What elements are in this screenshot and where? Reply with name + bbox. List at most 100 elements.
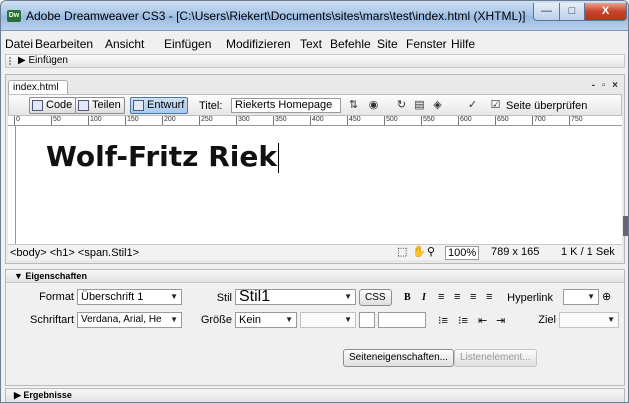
align-center-icon[interactable]: ≡ xyxy=(454,291,460,303)
menu-einfuegen[interactable]: Einfügen xyxy=(164,37,211,51)
menu-bar: Datei Bearbeiten Ansicht Einfügen Modifi… xyxy=(1,36,628,52)
refresh-icon[interactable]: ↻ xyxy=(394,98,409,113)
indent-icon[interactable]: ⇥ xyxy=(496,314,505,327)
collapse-arrow-icon: ▼ xyxy=(14,271,26,281)
menu-bearbeiten[interactable]: Bearbeiten xyxy=(35,37,93,51)
ordered-list-icon[interactable]: ⁝≡ xyxy=(458,314,468,327)
horizontal-ruler: 0 50 100 150 200 250 300 350 400 450 500… xyxy=(8,116,622,126)
text-color-swatch[interactable] xyxy=(359,312,375,328)
menu-hilfe[interactable]: Hilfe xyxy=(451,37,475,51)
insert-bar-label: Einfügen xyxy=(28,55,68,66)
dropdown-arrow-icon: ▼ xyxy=(344,315,352,324)
code-icon xyxy=(32,100,43,111)
file-management-icon[interactable]: ⇅ xyxy=(346,98,361,113)
split-view-button[interactable]: Teilen xyxy=(75,97,125,114)
results-panel-header[interactable]: ▶ Ergebnisse xyxy=(5,388,625,402)
list-item-button[interactable]: Listenelement... xyxy=(454,349,537,367)
preview-browser-icon[interactable]: ◉ xyxy=(366,98,381,113)
size-unit-dropdown[interactable]: ▼ xyxy=(300,312,356,328)
window-title: Adobe Dreamweaver CS3 - [C:\Users\Rieker… xyxy=(26,9,526,23)
ruler-tick-label: 150 xyxy=(125,116,139,125)
zoom-tool-icon[interactable]: ⚲ xyxy=(427,246,435,260)
size-dropdown[interactable]: Kein ▼ xyxy=(235,312,297,328)
ruler-tick-label: 450 xyxy=(347,116,361,125)
window-size-dropdown[interactable]: 789 x 165 xyxy=(491,246,539,260)
document-panel: index.html - ▫ × Code Teilen Entwurf Tit… xyxy=(5,74,625,264)
format-dropdown[interactable]: Überschrift 1 ▼ xyxy=(77,289,182,305)
design-icon xyxy=(133,100,144,111)
dropdown-arrow-icon: ▼ xyxy=(170,292,178,301)
style-dropdown[interactable]: Stil1 ▼ xyxy=(235,289,356,305)
document-tab[interactable]: index.html xyxy=(8,80,68,94)
hyperlink-dropdown[interactable]: ▼ xyxy=(563,289,599,305)
menu-ansicht[interactable]: Ansicht xyxy=(105,37,144,51)
dropdown-arrow-icon: ▼ xyxy=(170,315,178,324)
menu-modifizieren[interactable]: Modifizieren xyxy=(226,37,291,51)
title-label: Titel: xyxy=(199,100,223,112)
zoom-select[interactable]: 100% xyxy=(445,246,480,260)
ruler-tick-label: 550 xyxy=(421,116,435,125)
menu-datei[interactable]: Datei xyxy=(5,37,33,51)
bold-button[interactable]: B xyxy=(404,292,411,303)
ruler-tick-label: 100 xyxy=(88,116,102,125)
vertical-ruler xyxy=(8,126,16,244)
validate-icon[interactable]: ✓ xyxy=(465,98,480,113)
document-window-controls[interactable]: - ▫ × xyxy=(592,80,620,91)
target-dropdown[interactable]: ▼ xyxy=(559,312,619,328)
page-title-input[interactable]: Riekerts Homepage xyxy=(231,98,341,113)
insert-bar[interactable]: ▶ Einfügen xyxy=(5,54,625,68)
panel-grip-icon[interactable] xyxy=(9,57,13,65)
dropdown-arrow-icon: ▼ xyxy=(587,292,595,301)
menu-text[interactable]: Text xyxy=(300,37,322,51)
font-dropdown[interactable]: Verdana, Arial, He ▼ xyxy=(77,312,182,328)
status-bar: <body> <h1> <span.Stil1> ⬚ ✋ ⚲ 100% 789 … xyxy=(8,244,622,260)
code-view-button[interactable]: Code xyxy=(29,97,77,114)
select-tool-icon[interactable]: ⬚ xyxy=(397,246,407,260)
page-heading[interactable]: Wolf-Fritz Riek xyxy=(46,140,279,173)
title-bar[interactable]: Dw Adobe Dreamweaver CS3 - [C:\Users\Rie… xyxy=(1,1,628,31)
properties-header[interactable]: ▼ Eigenschaften xyxy=(6,270,624,283)
dropdown-arrow-icon: ▼ xyxy=(607,315,615,324)
menu-befehle[interactable]: Befehle xyxy=(330,37,371,51)
align-right-icon[interactable]: ≡ xyxy=(470,291,476,303)
design-canvas[interactable]: Wolf-Fritz Riek xyxy=(16,126,622,244)
check-page-icon[interactable]: ☑ xyxy=(488,98,503,113)
menu-fenster[interactable]: Fenster xyxy=(406,37,447,51)
tag-selector[interactable]: <body> <h1> <span.Stil1> xyxy=(10,247,139,259)
menu-site[interactable]: Site xyxy=(377,37,398,51)
dreamweaver-app-icon: Dw xyxy=(7,10,21,22)
close-button[interactable]: X xyxy=(584,3,627,21)
align-left-icon[interactable]: ≡ xyxy=(438,291,444,303)
ruler-tick-label: 0 xyxy=(14,116,20,125)
unordered-list-icon[interactable]: ⁝≡ xyxy=(438,314,448,327)
ruler-tick-label: 650 xyxy=(495,116,509,125)
panel-scrollbar-edge[interactable] xyxy=(623,216,628,236)
text-color-input[interactable] xyxy=(378,312,426,328)
text-caret xyxy=(277,143,279,173)
point-to-file-icon[interactable]: ⊕ xyxy=(602,290,611,303)
ruler-tick-label: 400 xyxy=(310,116,324,125)
design-view-button[interactable]: Entwurf xyxy=(130,97,189,114)
outdent-icon[interactable]: ⇤ xyxy=(478,314,487,327)
view-options-icon[interactable]: ▤ xyxy=(412,98,427,113)
dropdown-arrow-icon: ▼ xyxy=(344,292,352,301)
dropdown-arrow-icon: ▼ xyxy=(285,315,293,324)
split-icon xyxy=(78,100,89,111)
hand-tool-icon[interactable]: ✋ xyxy=(412,246,426,260)
check-page-button[interactable]: Seite überprüfen xyxy=(506,100,587,112)
target-label: Ziel xyxy=(538,314,556,326)
ruler-tick-label: 50 xyxy=(51,116,61,125)
expand-arrow-icon: ▶ xyxy=(18,55,26,66)
align-justify-icon[interactable]: ≡ xyxy=(486,291,492,303)
expand-arrow-icon: ▶ xyxy=(14,390,24,400)
application-window: Dw Adobe Dreamweaver CS3 - [C:\Users\Rie… xyxy=(0,0,629,403)
ruler-tick-label: 300 xyxy=(236,116,250,125)
css-button[interactable]: CSS xyxy=(359,289,392,306)
italic-button[interactable]: I xyxy=(422,292,426,303)
visual-aids-icon[interactable]: ◈ xyxy=(430,98,445,113)
minimize-button[interactable]: — xyxy=(533,3,560,21)
maximize-button[interactable]: □ xyxy=(559,3,585,21)
properties-panel: ▼ Eigenschaften Format Überschrift 1 ▼ St… xyxy=(5,269,625,386)
page-properties-button[interactable]: Seiteneigenschaften... xyxy=(343,349,454,367)
format-label: Format xyxy=(39,291,74,303)
